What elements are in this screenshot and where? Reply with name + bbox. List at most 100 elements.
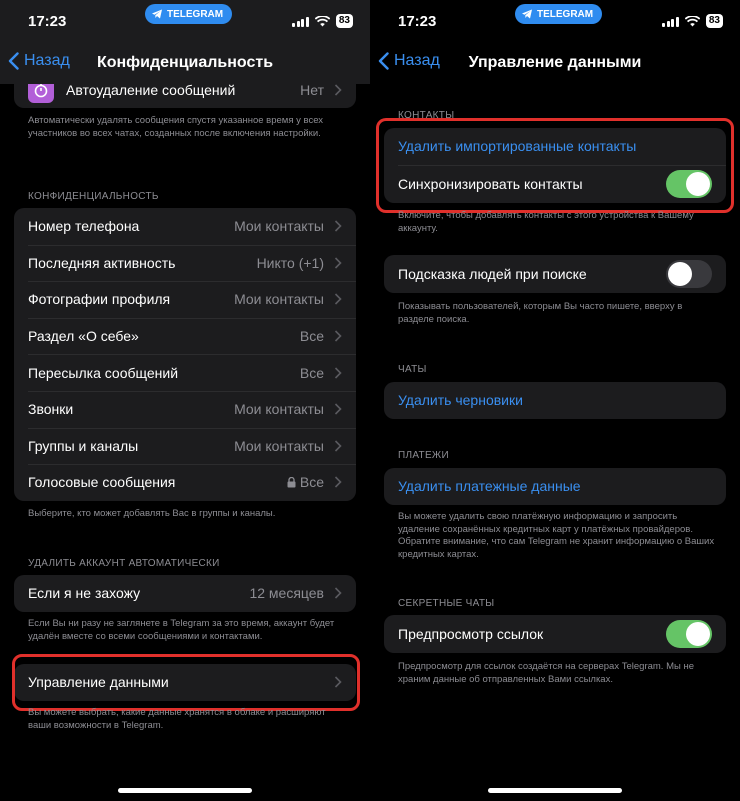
privacy-setting-row[interactable]: Фотографии профиля Мои контакты [14, 281, 356, 318]
privacy-setting-row[interactable]: Раздел «О себе» Все [14, 317, 356, 355]
privacy-setting-row[interactable]: Голосовые сообщения Все [14, 464, 356, 501]
privacy-setting-value: Все [300, 365, 324, 381]
link-preview-footnote: Предпросмотр для ссылок создаётся на сер… [398, 661, 694, 685]
privacy-setting-value-text: Никто (+1) [256, 254, 324, 271]
privacy-setting-label: Группы и каналы [28, 437, 139, 454]
chevron-right-icon [334, 330, 342, 342]
contacts-group: Удалить импортированные контакты Синхрон… [384, 128, 726, 203]
status-bar: 17:23 TELEGRAM 83 [370, 0, 740, 44]
link-preview-label: Предпросмотр ссылок [398, 626, 544, 642]
privacy-setting-value: Мои контакты [234, 438, 324, 454]
sync-contacts-row: Синхронизировать контакты [384, 164, 726, 203]
telegram-pill[interactable]: TELEGRAM [515, 4, 603, 24]
payments-group: Удалить платежные данные [384, 468, 726, 505]
auto-delete-value: Нет [300, 82, 324, 98]
suggest-people-label: Подсказка людей при поиске [398, 266, 587, 282]
privacy-setting-value-text: Все [299, 364, 324, 381]
privacy-setting-value: Никто (+1) [257, 255, 324, 271]
wifi-icon [314, 15, 330, 26]
inactive-period-row[interactable]: Если я не захожу 12 месяцев [14, 575, 356, 612]
privacy-setting-label: Последняя активность [28, 254, 176, 271]
chevron-right-icon [334, 587, 342, 599]
wifi-icon [684, 15, 700, 26]
privacy-setting-label: Звонки [28, 401, 74, 418]
privacy-setting-value: Все [287, 474, 324, 490]
privacy-setting-row[interactable]: Группы и каналы Мои контакты [14, 427, 356, 465]
privacy-setting-label: Номер телефона [28, 218, 140, 235]
privacy-setting-value-text: Все [299, 328, 324, 345]
status-bar: 17:23 TELEGRAM 83 [0, 0, 370, 44]
privacy-setting-value: Мои контакты [234, 218, 324, 234]
delete-drafts-label: Удалить черновики [398, 392, 523, 409]
battery-icon: 83 [335, 14, 353, 28]
privacy-group: Номер телефона Мои контакты Последняя акти… [14, 208, 356, 501]
chevron-right-icon [334, 293, 342, 306]
secret-chats-group: Предпросмотр ссылок [384, 615, 726, 653]
chevron-right-icon [334, 440, 342, 452]
privacy-setting-value: Мои контакты [234, 291, 324, 307]
sync-contacts-footnote: Включите, чтобы добавлять контакты с это… [398, 210, 694, 234]
chevron-right-icon [334, 367, 342, 379]
sync-contacts-toggle[interactable] [666, 169, 712, 198]
privacy-setting-label: Раздел «О себе» [28, 328, 139, 345]
status-time: 17:23 [398, 13, 437, 30]
privacy-setting-label: Пересылка сообщений [28, 364, 179, 381]
data-management-footnote: Вы можете выбрать, какие данные хранятся… [28, 707, 326, 731]
privacy-setting-value: Мои контакты [234, 401, 324, 417]
payments-header: ПЛАТЕЖИ [398, 450, 449, 461]
suggest-people-footnote: Показывать пользователей, которым Вы час… [398, 301, 683, 325]
privacy-setting-row[interactable]: Последняя активность Никто (+1) [14, 244, 356, 282]
data-management-group: Управление данными [14, 664, 356, 701]
auto-delete-footnote: Автоматически удалять сообщения спустя у… [28, 115, 324, 139]
delete-imported-contacts-row[interactable]: Удалить импортированные контакты [384, 128, 726, 165]
home-indicator[interactable] [488, 788, 622, 793]
telegram-pill[interactable]: TELEGRAM [145, 4, 233, 24]
privacy-setting-value-text: Все [299, 474, 324, 491]
battery-icon: 83 [705, 14, 723, 28]
paper-plane-icon [152, 9, 162, 19]
privacy-setting-row[interactable]: Номер телефона Мои контакты [14, 208, 356, 245]
page-title: Управление данными [468, 54, 642, 71]
data-management-row[interactable]: Управление данными [14, 664, 356, 701]
delete-payment-data-row[interactable]: Удалить платежные данные [384, 468, 726, 505]
privacy-screen: Автоудаление сообщений Нет 17:23 TELEGRA… [0, 0, 370, 801]
lock-icon [287, 476, 296, 488]
delete-drafts-row[interactable]: Удалить черновики [384, 382, 726, 419]
chevron-right-icon [334, 84, 342, 96]
auto-delete-label: Автоудаление сообщений [66, 82, 236, 98]
status-icons: 83 [662, 14, 723, 28]
chats-group: Удалить черновики [384, 382, 726, 419]
privacy-setting-label: Фотографии профиля [28, 291, 171, 308]
delete-imported-contacts-label: Удалить импортированные контакты [398, 138, 637, 155]
privacy-footnote: Выберите, кто может добавлять Вас в груп… [28, 508, 276, 519]
telegram-pill-label: TELEGRAM [167, 8, 224, 20]
signal-icon [662, 16, 679, 27]
data-management-screen: 17:23 TELEGRAM 83 Назад Управление данны… [370, 0, 740, 801]
delete-account-header: УДАЛИТЬ АККАУНТ АВТОМАТИЧЕСКИ [28, 558, 220, 569]
suggest-people-toggle[interactable] [666, 260, 712, 288]
suggest-people-row: Подсказка людей при поиске [384, 255, 726, 293]
telegram-pill-label: TELEGRAM [537, 8, 594, 20]
privacy-setting-row[interactable]: Пересылка сообщений Все [14, 354, 356, 391]
link-preview-toggle[interactable] [666, 620, 712, 648]
privacy-setting-value: Все [300, 328, 324, 344]
status-icons: 83 [292, 14, 353, 28]
privacy-section-header: КОНФИДЕНЦИАЛЬНОСТЬ [28, 191, 159, 202]
data-management-label: Управление данными [28, 674, 169, 691]
privacy-setting-value-text: Мои контакты [234, 437, 324, 454]
privacy-setting-value-text: Мои контакты [234, 291, 324, 308]
contacts-header: КОНТАКТЫ [398, 110, 455, 121]
privacy-setting-row[interactable]: Звонки Мои контакты [14, 390, 356, 428]
paper-plane-icon [522, 9, 532, 19]
suggest-group: Подсказка людей при поиске [384, 255, 726, 293]
nav-bar: Назад Управление данными [370, 44, 740, 84]
delete-account-footnote: Если Вы ни разу не заглянете в Telegram … [28, 618, 335, 642]
status-time: 17:23 [28, 13, 67, 30]
inactive-period-label: Если я не захожу [28, 585, 141, 602]
signal-icon [292, 16, 309, 27]
chevron-right-icon [334, 220, 342, 232]
home-indicator[interactable] [118, 788, 252, 793]
chevron-right-icon [334, 403, 342, 415]
privacy-setting-value-text: Мои контакты [234, 401, 324, 418]
delete-payment-data-label: Удалить платежные данные [398, 478, 581, 495]
